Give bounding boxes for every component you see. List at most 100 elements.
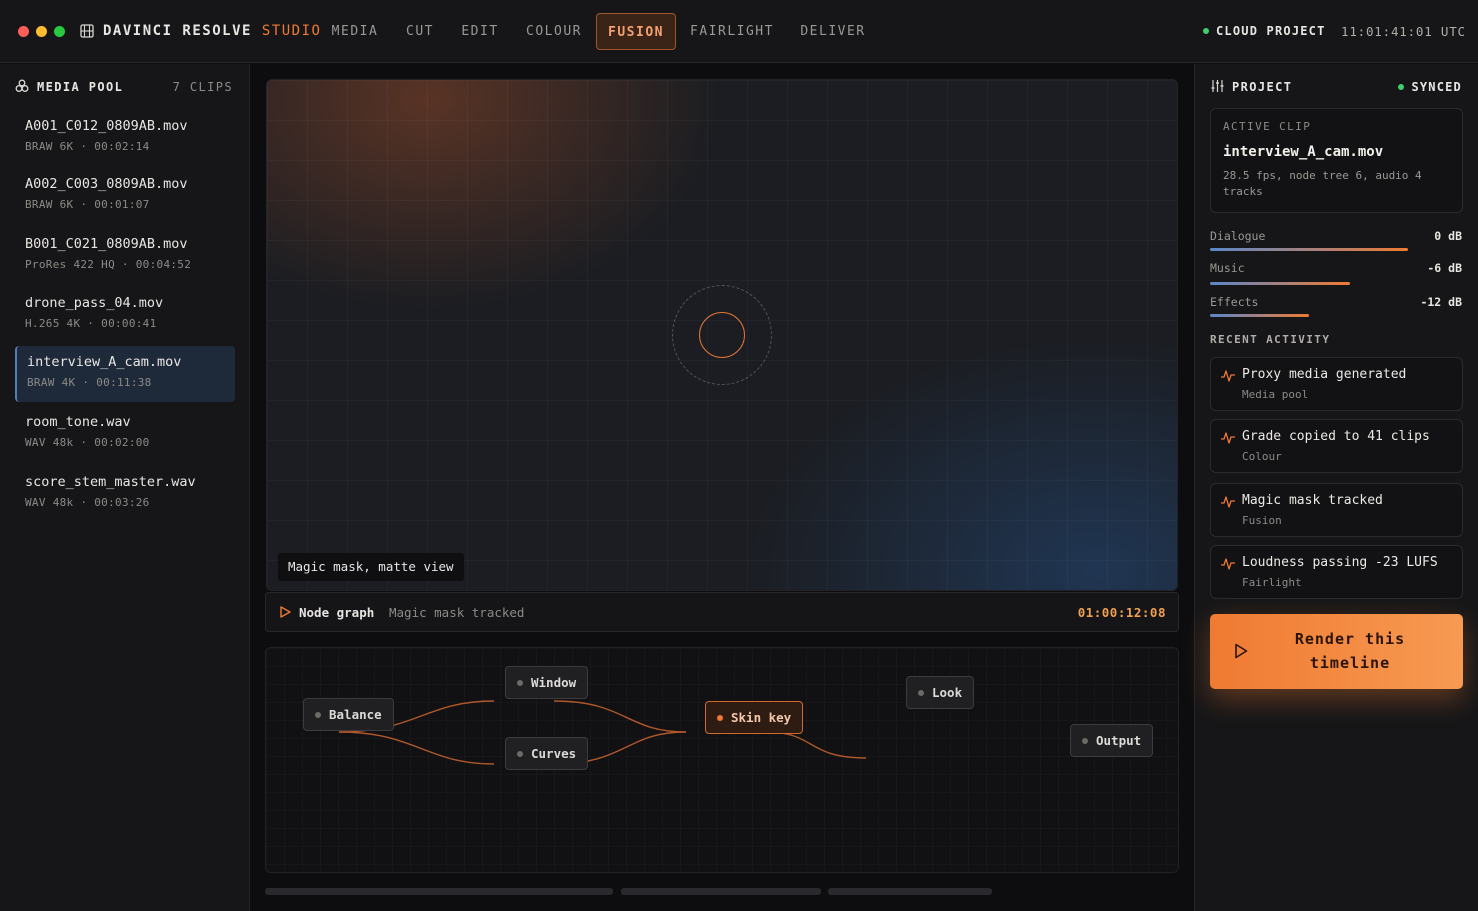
tab-colour[interactable]: COLOUR <box>516 13 592 50</box>
meter-value: -12 dB <box>1420 295 1462 309</box>
node-port-icon <box>315 711 321 718</box>
activity-pulse-icon <box>1221 496 1235 508</box>
activity-title: Grade copied to 41 clips <box>1242 429 1430 444</box>
activity-title: Proxy media generated <box>1242 367 1407 382</box>
clip-count: 7 CLIPS <box>172 80 233 94</box>
node-curves[interactable]: Curves <box>505 737 589 770</box>
node-window[interactable]: Window <box>505 666 589 699</box>
status-dot-icon <box>1203 27 1209 34</box>
meter-value: 0 dB <box>1434 229 1462 243</box>
tab-media[interactable]: MEDIA <box>322 13 388 50</box>
activity-source: Fairlight <box>1242 576 1302 589</box>
node-label: Window <box>531 675 577 690</box>
active-clip-name: interview_A_cam.mov <box>1223 144 1384 160</box>
film-icon <box>80 24 94 38</box>
sync-status-label: SYNCED <box>1411 80 1462 94</box>
brand-edition: STUDIO <box>261 23 322 39</box>
meter-label: Music <box>1210 261 1245 275</box>
render-button[interactable]: Render this timeline <box>1210 614 1463 689</box>
tab-fusion[interactable]: FUSION <box>596 13 676 50</box>
activity-item[interactable]: Proxy media generated Media pool <box>1210 357 1463 411</box>
activity-item[interactable]: Grade copied to 41 clips Colour <box>1210 419 1463 473</box>
render-button-label: Render this timeline <box>1294 630 1406 672</box>
wire <box>338 731 495 765</box>
clip-name: B001_C021_0809AB.mov <box>25 236 188 252</box>
clip-item[interactable]: room_tone.wav WAV 48k · 00:02:00 <box>15 406 235 462</box>
meter-bar-dialogue[interactable] <box>1210 248 1408 251</box>
node-label: Output <box>1096 733 1142 748</box>
node-label: Look <box>932 685 963 700</box>
clip-meta: BRAW 6K · 00:01:07 <box>25 198 150 211</box>
wire <box>765 731 867 759</box>
sliders-icon <box>1211 80 1224 92</box>
node-label: Skin key <box>731 710 792 725</box>
meter-bar-music[interactable] <box>1210 282 1350 285</box>
meter-label: Effects <box>1210 295 1259 309</box>
active-clip-card: ACTIVE CLIP interview_A_cam.mov 28.5 fps… <box>1210 108 1463 213</box>
play-icon <box>1235 643 1248 659</box>
cloud-status-label: CLOUD PROJECT <box>1216 24 1326 38</box>
brand-name: DAVINCI RESOLVE <box>103 23 252 39</box>
node-label: Balance <box>329 707 382 722</box>
clip-item[interactable]: B001_C021_0809AB.mov ProRes 422 HQ · 00:… <box>15 228 235 284</box>
meter-value: -6 dB <box>1427 261 1462 275</box>
activity-item[interactable]: Loudness passing -23 LUFS Fairlight <box>1210 545 1463 599</box>
meter-label: Dialogue <box>1210 229 1266 243</box>
clip-item[interactable]: A001_C012_0809AB.mov BRAW 6K · 00:02:14 <box>15 110 235 166</box>
node-graph-status: Magic mask tracked <box>389 605 525 620</box>
activity-title: Magic mask tracked <box>1242 493 1383 508</box>
node-graph-title: Node graph <box>299 605 375 620</box>
window-close-button[interactable] <box>18 26 29 37</box>
wire <box>553 700 687 733</box>
clip-name: room_tone.wav <box>25 414 131 430</box>
clip-meta: WAV 48k · 00:02:00 <box>25 436 150 449</box>
active-clip-meta: 28.5 fps, node tree 6, audio 4 tracks <box>1223 169 1422 198</box>
activity-source: Colour <box>1242 450 1282 463</box>
viewer-caption: Magic mask, matte view <box>278 553 464 581</box>
node-canvas[interactable]: Balance Window Curves Skin key Look Outp… <box>265 647 1179 873</box>
activity-source: Fusion <box>1242 514 1282 527</box>
clip-item[interactable]: score_stem_master.wav WAV 48k · 00:03:26 <box>15 466 235 522</box>
node-skin-key[interactable]: Skin key <box>705 701 804 734</box>
window-minimize-button[interactable] <box>36 26 47 37</box>
project-panel: PROJECT SYNCED ACTIVE CLIP interview_A_c… <box>1194 64 1478 911</box>
node-port-icon <box>918 689 924 696</box>
clip-item[interactable]: A002_C003_0809AB.mov BRAW 6K · 00:01:07 <box>15 168 235 224</box>
project-title: PROJECT <box>1232 80 1293 94</box>
app-title: DAVINCI RESOLVE STUDIO <box>103 23 321 39</box>
node-port-icon <box>517 750 523 757</box>
play-icon[interactable] <box>279 606 291 618</box>
timecode: 01:00:12:08 <box>1077 605 1166 620</box>
mask-target-handle[interactable] <box>699 312 745 358</box>
node-output[interactable]: Output <box>1070 724 1154 757</box>
clip-item[interactable]: drone_pass_04.mov H.265 4K · 00:00:41 <box>15 287 235 343</box>
node-wires <box>338 700 867 765</box>
clip-meta: BRAW 4K · 00:11:38 <box>27 376 152 389</box>
clip-name: A002_C003_0809AB.mov <box>25 176 188 192</box>
clip-name: interview_A_cam.mov <box>27 354 182 370</box>
tab-cut[interactable]: CUT <box>396 13 444 50</box>
window-maximize-button[interactable] <box>54 26 65 37</box>
node-look[interactable]: Look <box>906 676 975 709</box>
cloud-status: CLOUD PROJECT <box>1203 24 1326 38</box>
clip-item-selected[interactable]: interview_A_cam.mov BRAW 4K · 00:11:38 <box>15 346 235 402</box>
tab-edit[interactable]: EDIT <box>452 13 508 50</box>
media-pool-panel: MEDIA POOL 7 CLIPS A001_C012_0809AB.mov … <box>0 64 250 911</box>
active-clip-label: ACTIVE CLIP <box>1223 120 1312 133</box>
node-graph-bar: Node graph Magic mask tracked 01:00:12:0… <box>265 592 1179 632</box>
node-balance[interactable]: Balance <box>303 698 394 731</box>
clip-meta: ProRes 422 HQ · 00:04:52 <box>25 258 192 271</box>
tab-fairlight[interactable]: FAIRLIGHT <box>682 13 782 50</box>
recent-activity-title: RECENT ACTIVITY <box>1210 333 1331 346</box>
activity-title: Loudness passing -23 LUFS <box>1242 555 1438 570</box>
meter-bar-effects[interactable] <box>1210 314 1309 317</box>
activity-item[interactable]: Magic mask tracked Fusion <box>1210 483 1463 537</box>
timeline-scroll-segment[interactable] <box>265 888 613 895</box>
tab-deliver[interactable]: DELIVER <box>792 13 874 50</box>
viewer[interactable]: Magic mask, matte view <box>266 79 1178 591</box>
timeline-scroll-segment[interactable] <box>621 888 821 895</box>
activity-pulse-icon <box>1221 558 1235 570</box>
clip-meta: H.265 4K · 00:00:41 <box>25 317 157 330</box>
node-port-icon <box>717 714 723 721</box>
timeline-scroll-segment[interactable] <box>828 888 992 895</box>
